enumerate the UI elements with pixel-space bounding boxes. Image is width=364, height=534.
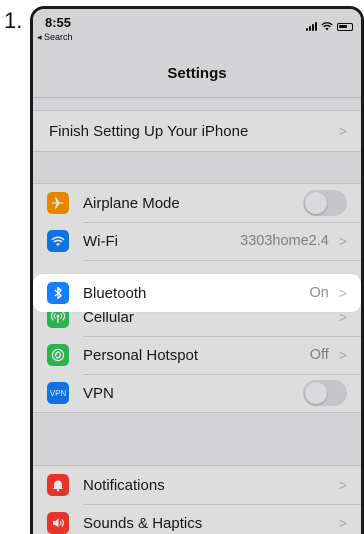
bluetooth-icon bbox=[47, 282, 69, 304]
status-time: 8:55 bbox=[45, 15, 72, 30]
airplane-mode-toggle[interactable] bbox=[303, 190, 347, 216]
speaker-icon bbox=[47, 512, 69, 534]
chevron-right-icon: > bbox=[338, 515, 347, 531]
notifications-label: Notifications bbox=[83, 476, 165, 494]
wifi-label: Wi-Fi bbox=[83, 232, 118, 250]
bluetooth-label: Bluetooth bbox=[83, 284, 147, 302]
chevron-right-icon: > bbox=[338, 233, 347, 249]
phone-frame: 8:55 ◂ Search Settings Finish Setting Up… bbox=[30, 6, 364, 534]
sounds-haptics-row[interactable]: Sounds & Haptics > bbox=[33, 504, 361, 534]
chevron-right-icon: > bbox=[338, 285, 347, 301]
finish-setup-label: Finish Setting Up Your iPhone bbox=[49, 122, 249, 140]
sounds-haptics-label: Sounds & Haptics bbox=[83, 514, 203, 532]
chevron-right-icon: > bbox=[338, 477, 347, 493]
personal-hotspot-label: Personal Hotspot bbox=[83, 346, 199, 364]
vpn-row[interactable]: VPN VPN bbox=[33, 374, 361, 412]
vpn-toggle[interactable] bbox=[303, 380, 347, 406]
step-number: 1. bbox=[4, 8, 23, 33]
finish-setup-row[interactable]: Finish Setting Up Your iPhone > bbox=[33, 111, 361, 151]
personal-hotspot-value: Off bbox=[309, 347, 329, 363]
battery-icon bbox=[337, 23, 353, 31]
wifi-icon bbox=[47, 230, 69, 252]
wifi-status-icon bbox=[321, 22, 333, 31]
vpn-icon: VPN bbox=[47, 382, 69, 404]
finish-setup-group: Finish Setting Up Your iPhone > bbox=[33, 110, 361, 152]
bluetooth-row[interactable]: Bluetooth On > bbox=[33, 274, 361, 312]
notifications-row[interactable]: Notifications > bbox=[33, 466, 361, 504]
chevron-right-icon: > bbox=[338, 123, 347, 139]
wifi-network-value: 3303home2.4 bbox=[240, 233, 329, 249]
nav-divider bbox=[33, 97, 361, 98]
airplane-mode-row[interactable]: Airplane Mode bbox=[33, 184, 361, 222]
wifi-row[interactable]: Wi-Fi 3303home2.4 > bbox=[33, 222, 361, 260]
chevron-right-icon: > bbox=[338, 347, 347, 363]
airplane-icon bbox=[47, 192, 69, 214]
vpn-label: VPN bbox=[83, 384, 114, 402]
airplane-mode-label: Airplane Mode bbox=[83, 194, 180, 212]
hotspot-icon bbox=[47, 344, 69, 366]
notifications-group: Notifications > Sounds & Haptics > bbox=[33, 465, 361, 534]
cellular-signal-icon bbox=[306, 22, 317, 31]
status-icons bbox=[306, 21, 353, 31]
back-to-search-link[interactable]: ◂ Search bbox=[37, 32, 73, 43]
page-title: Settings bbox=[167, 65, 227, 82]
bell-icon bbox=[47, 474, 69, 496]
status-bar: 8:55 ◂ Search bbox=[33, 9, 361, 43]
bluetooth-value: On bbox=[309, 285, 329, 301]
personal-hotspot-row[interactable]: Personal Hotspot Off > bbox=[33, 336, 361, 374]
